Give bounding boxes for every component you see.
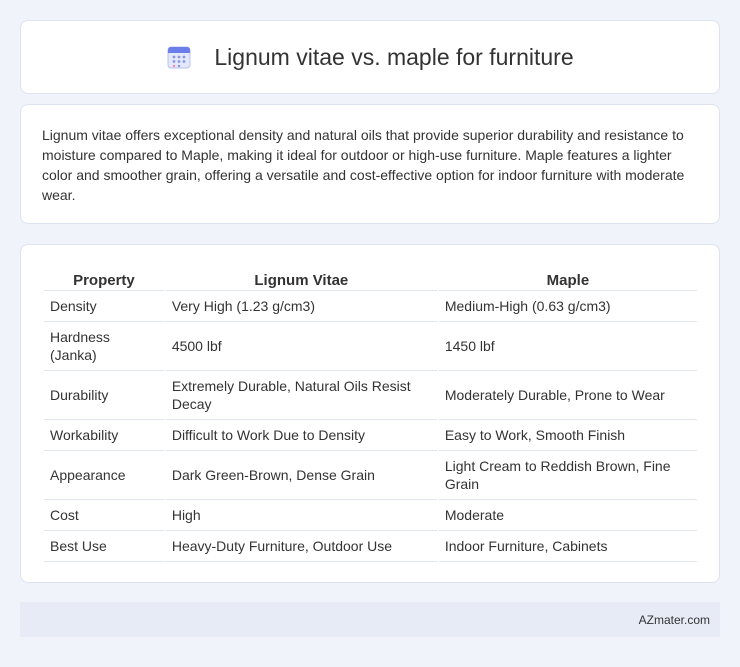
summary-card: Lignum vitae offers exceptional density … [20,104,720,224]
maple-cell: 1450 lbf [438,322,697,371]
comparison-table-card: Property Lignum Vitae Maple Density Very… [20,244,720,583]
maple-cell: Indoor Furniture, Cabinets [438,531,697,562]
lignum-vitae-cell: High [165,500,437,531]
lignum-vitae-cell: 4500 lbf [165,322,437,371]
property-cell: Best Use [44,531,164,562]
table-row: Cost High Moderate [44,500,697,531]
table-header-row: Property Lignum Vitae Maple [44,265,697,291]
maple-cell: Moderately Durable, Prone to Wear [438,371,697,420]
header-maple: Maple [438,265,697,291]
header-lignum-vitae: Lignum Vitae [165,265,437,291]
property-cell: Appearance [44,451,164,500]
lignum-vitae-cell: Dark Green-Brown, Dense Grain [165,451,437,500]
lignum-vitae-cell: Difficult to Work Due to Density [165,420,437,451]
property-cell: Hardness (Janka) [44,322,164,371]
table-row: Density Very High (1.23 g/cm3) Medium-Hi… [44,291,697,322]
footer: AZmater.com [20,602,720,637]
footer-site-name: AZmater.com [638,612,710,627]
maple-cell: Medium-High (0.63 g/cm3) [438,291,697,322]
title-card: Lignum vitae vs. maple for furniture [20,20,720,94]
lignum-vitae-cell: Very High (1.23 g/cm3) [165,291,437,322]
property-cell: Durability [44,371,164,420]
summary-paragraph: Lignum vitae offers exceptional density … [42,127,685,203]
lignum-vitae-cell: Extremely Durable, Natural Oils Resist D… [165,371,437,420]
calendar-icon [166,44,192,70]
table-row: Appearance Dark Green-Brown, Dense Grain… [44,451,697,500]
table-row: Durability Extremely Durable, Natural Oi… [44,371,697,420]
lignum-vitae-cell: Heavy-Duty Furniture, Outdoor Use [165,531,437,562]
property-cell: Cost [44,500,164,531]
property-cell: Density [44,291,164,322]
comparison-table: Property Lignum Vitae Maple Density Very… [42,265,699,562]
table-row: Best Use Heavy-Duty Furniture, Outdoor U… [44,531,697,562]
header-property: Property [44,265,164,291]
maple-cell: Light Cream to Reddish Brown, Fine Grain [438,451,697,500]
property-cell: Workability [44,420,164,451]
page-title: Lignum vitae vs. maple for furniture [214,43,574,70]
table-row: Workability Difficult to Work Due to Den… [44,420,697,451]
maple-cell: Easy to Work, Smooth Finish [438,420,697,451]
table-row: Hardness (Janka) 4500 lbf 1450 lbf [44,322,697,371]
maple-cell: Moderate [438,500,697,531]
